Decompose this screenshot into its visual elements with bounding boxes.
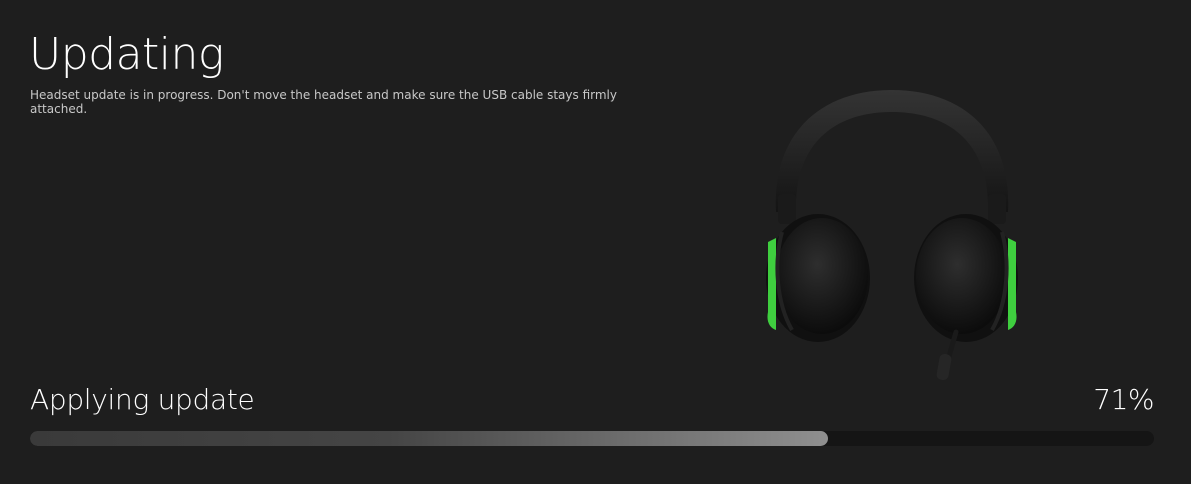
progress-status-label: Applying update (30, 383, 255, 416)
progress-bar (30, 431, 1154, 446)
headset-image (766, 90, 1018, 381)
progress-bar-fill (30, 431, 829, 446)
update-description: Headset update is in progress. Don't mov… (30, 88, 617, 116)
progress-percent: 71% (1093, 383, 1154, 416)
page-title: Updating (29, 29, 224, 80)
